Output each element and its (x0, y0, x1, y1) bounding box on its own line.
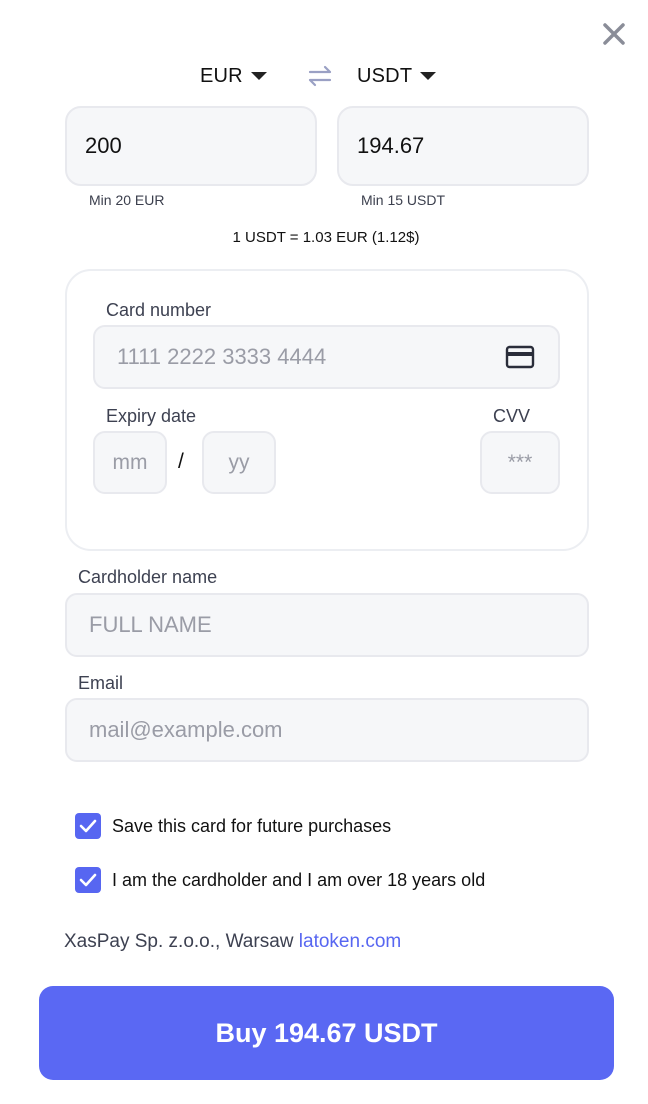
cvv-field[interactable] (480, 431, 560, 494)
to-currency-dropdown[interactable]: USDT (357, 58, 437, 94)
caret-down-icon (250, 72, 267, 80)
from-amount-input[interactable] (67, 108, 315, 184)
company-name: XasPay Sp. z.o.o., Warsaw (64, 931, 294, 952)
email-label: Email (78, 673, 124, 693)
exchange-rate: 1 USDT = 1.03 EUR (1.12$) (232, 229, 420, 246)
checkmark-icon (79, 873, 97, 887)
to-amount-field[interactable] (337, 106, 589, 186)
expiry-date-label: Expiry date (106, 406, 197, 426)
checkmark-icon (79, 819, 97, 833)
save-card-label: Save this card for future purchases (112, 815, 392, 836)
from-min-note: Min 20 EUR (89, 192, 165, 208)
from-currency-code: EUR (200, 64, 243, 87)
card-number-input[interactable] (95, 327, 558, 387)
from-amount-field[interactable] (65, 106, 317, 186)
age-confirm-label: I am the cardholder and I am over 18 yea… (112, 869, 486, 890)
cvv-label: CVV (493, 406, 531, 426)
latoken-link[interactable]: latoken.com (299, 931, 401, 952)
expiry-month-input[interactable] (95, 433, 165, 492)
card-number-label: Card number (106, 300, 212, 320)
company-info: XasPay Sp. z.o.o., Warsaw latoken.com (64, 931, 401, 953)
cvv-input[interactable] (482, 433, 558, 492)
save-card-checkbox-row[interactable]: Save this card for future purchases (75, 813, 391, 839)
close-button[interactable] (598, 18, 630, 50)
cardholder-name-input[interactable] (67, 595, 587, 655)
age-confirm-checkbox-row[interactable]: I am the cardholder and I am over 18 yea… (75, 867, 485, 893)
expiry-year-input[interactable] (204, 433, 274, 492)
from-currency-dropdown[interactable]: EUR (200, 58, 267, 94)
caret-down-icon (420, 72, 437, 80)
card-number-field[interactable] (93, 325, 560, 389)
email-input[interactable] (67, 700, 587, 760)
email-field[interactable] (65, 698, 589, 762)
cardholder-name-field[interactable] (65, 593, 589, 657)
to-min-note: Min 15 USDT (361, 192, 446, 208)
expiry-month-field[interactable] (93, 431, 167, 494)
credit-card-icon (505, 345, 535, 369)
age-confirm-checkbox[interactable] (75, 867, 101, 893)
to-currency-code: USDT (357, 64, 413, 87)
expiry-year-field[interactable] (202, 431, 276, 494)
buy-button[interactable]: Buy 194.67 USDT (39, 986, 614, 1080)
currency-selector-row: EUR USDT (0, 58, 648, 94)
save-card-checkbox[interactable] (75, 813, 101, 839)
to-amount-input[interactable] (339, 108, 587, 184)
swap-icon (308, 65, 332, 87)
swap-currencies-button[interactable] (304, 62, 336, 90)
close-icon (603, 23, 625, 45)
expiry-separator: / (178, 450, 184, 473)
cardholder-name-label: Cardholder name (78, 567, 218, 587)
